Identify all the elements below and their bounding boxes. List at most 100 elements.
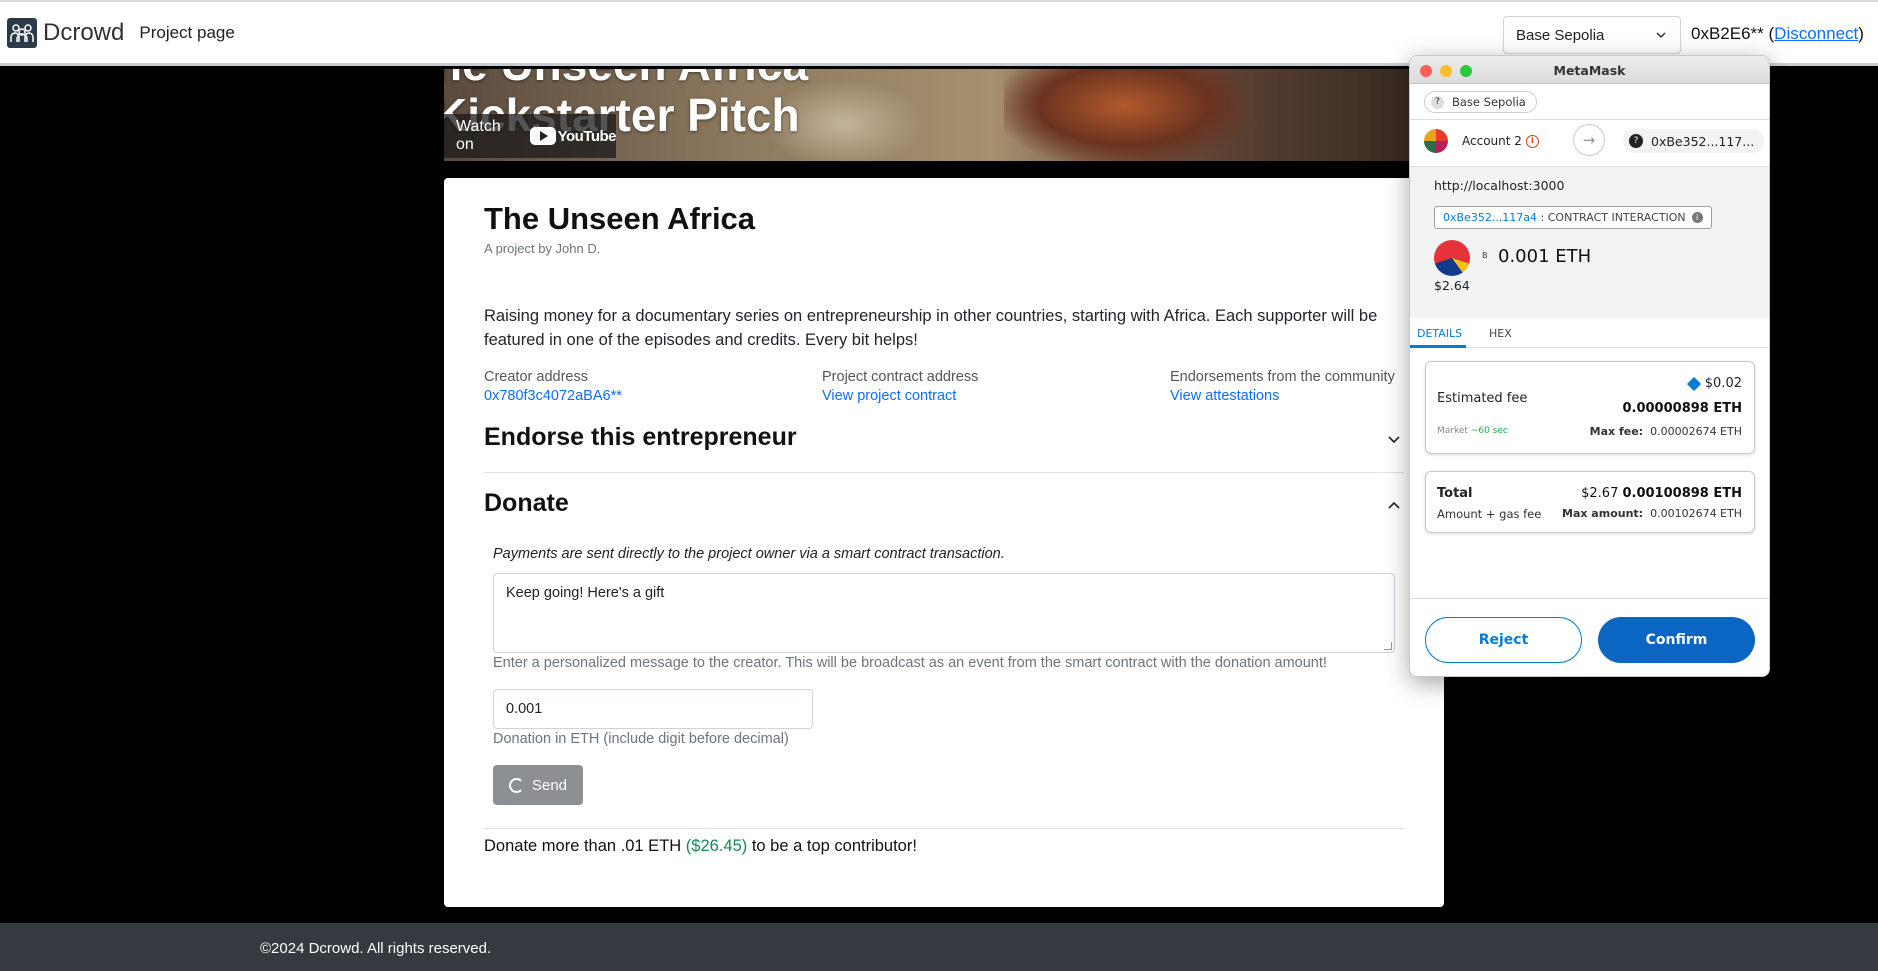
watch-on-youtube-button[interactable]: Watch on YouTube xyxy=(444,114,617,158)
divider xyxy=(484,828,1404,829)
loading-spinner-icon xyxy=(508,777,524,793)
tab-hex[interactable]: HEX xyxy=(1489,327,1512,340)
mm-contract-badge[interactable]: 0xBe352...117a4 : CONTRACT INTERACTION i xyxy=(1434,206,1712,229)
view-contract-link[interactable]: View project contract xyxy=(822,388,978,404)
endorsements-block: Endorsements from the community View att… xyxy=(1170,369,1395,404)
youtube-wordmark: YouTube xyxy=(557,127,617,145)
video-frame-detail xyxy=(1004,69,1244,161)
max-fee-value: 0.00002674 ETH xyxy=(1650,425,1742,438)
mm-contract-label: : CONTRACT INTERACTION xyxy=(1540,211,1686,224)
asset-token-icon xyxy=(1434,240,1470,276)
watch-on-label: Watch on xyxy=(456,118,501,153)
network-select-value: Base Sepolia xyxy=(1516,26,1605,44)
endorsements-label: Endorsements from the community xyxy=(1170,369,1395,385)
mm-account-name: Account 2 xyxy=(1462,134,1522,148)
contract-address-label: Project contract address xyxy=(822,369,979,385)
endorse-accordion-header[interactable]: Endorse this entrepreneur xyxy=(484,423,797,452)
message-help-text: Enter a personalized message to the crea… xyxy=(493,655,1327,671)
message-textarea[interactable]: Keep going! Here's a gift xyxy=(493,573,1395,653)
estimated-fee-label: Estimated fee xyxy=(1437,391,1528,406)
tab-details[interactable]: DETAILS xyxy=(1417,327,1462,340)
chevron-down-icon[interactable] xyxy=(1387,433,1401,447)
donate-accordion-header[interactable]: Donate xyxy=(484,489,569,518)
project-card: The Unseen Africa A project by John D. R… xyxy=(444,178,1444,907)
total-sub: Amount + gas fee xyxy=(1437,507,1542,521)
mm-to-address-text: 0xBe352...117... xyxy=(1651,133,1755,149)
project-byline: A project by John D. xyxy=(484,241,601,256)
max-fee-label: Max fee: xyxy=(1589,425,1644,438)
view-attestations-link[interactable]: View attestations xyxy=(1170,388,1395,404)
max-amount-row: Max amount: 0.00102674 ETH xyxy=(1562,507,1742,520)
brand-name: Dcrowd xyxy=(43,18,125,46)
brand[interactable]: Dcrowd xyxy=(7,17,125,48)
max-amount-label: Max amount: xyxy=(1562,507,1644,520)
amount-help-text: Donation in ETH (include digit before de… xyxy=(493,731,789,747)
question-icon: ? xyxy=(1431,95,1444,109)
play-icon xyxy=(529,127,556,145)
metamask-title: MetaMask xyxy=(1553,63,1626,78)
market-label: Market ~60 sec xyxy=(1437,426,1508,436)
info-icon[interactable]: i xyxy=(1525,134,1539,148)
mm-amount-usd: $2.64 xyxy=(1434,278,1470,293)
mm-network-name: Base Sepolia xyxy=(1452,95,1526,109)
people-logo-icon xyxy=(7,17,37,48)
arrow-right-icon: → xyxy=(1573,124,1605,156)
mm-amount: 0.001 ETH xyxy=(1498,246,1592,267)
nav-project-page[interactable]: Project page xyxy=(139,23,234,43)
mm-from-account[interactable]: Account 2 i xyxy=(1424,129,1539,153)
message-value: Keep going! Here's a gift xyxy=(506,585,665,601)
mm-network-pill[interactable]: ? Base Sepolia xyxy=(1424,91,1537,113)
top-contributor-suffix: to be a top contributor! xyxy=(747,837,917,855)
total-box: Total $2.67 0.00100898 ETH Amount + gas … xyxy=(1425,471,1755,533)
edit-pencil-icon[interactable] xyxy=(1686,376,1701,391)
project-title: The Unseen Africa xyxy=(484,201,756,236)
account-avatar xyxy=(1424,129,1448,153)
total-eth: 0.00100898 ETH xyxy=(1622,486,1742,501)
top-contributor-text: Donate more than .01 ETH ($26.45) to be … xyxy=(484,837,917,856)
chevron-up-icon[interactable] xyxy=(1387,498,1401,512)
total-row: $2.67 0.00100898 ETH xyxy=(1581,486,1742,501)
chevron-down-icon xyxy=(1656,32,1666,39)
fee-usd: $0.02 xyxy=(1704,376,1742,391)
estimated-fee-box: Estimated fee $0.02 0.00000898 ETH Marke… xyxy=(1425,361,1755,454)
creator-address-label: Creator address xyxy=(484,369,588,385)
account-address-text: 0xB2E6** xyxy=(1691,24,1764,43)
fee-usd-row[interactable]: $0.02 xyxy=(1686,376,1742,391)
max-amount-value: 0.00102674 ETH xyxy=(1650,507,1742,520)
youtube-logo-icon: YouTube xyxy=(529,127,617,145)
resize-handle-icon[interactable] xyxy=(1384,642,1392,650)
donation-amount-value: 0.001 xyxy=(506,701,543,717)
total-label: Total xyxy=(1437,486,1473,501)
info-icon[interactable]: i xyxy=(1691,212,1703,223)
divider xyxy=(1410,119,1769,120)
top-contributor-prefix: Donate more than .01 ETH xyxy=(484,837,686,855)
donation-amount-input[interactable]: 0.001 xyxy=(493,689,813,729)
metamask-titlebar: MetaMask xyxy=(1410,56,1769,84)
metamask-window: MetaMask ? Base Sepolia Account 2 i → ? … xyxy=(1409,55,1770,677)
creator-address-block: Creator address 0x780f3c4072aBA6** xyxy=(484,369,622,404)
disconnect-link[interactable]: Disconnect xyxy=(1774,24,1858,43)
mm-origin: http://localhost:3000 xyxy=(1434,178,1565,193)
account-address: 0xB2E6** (Disconnect) xyxy=(1691,24,1864,43)
mm-to-address[interactable]: ? 0xBe352...117... xyxy=(1623,129,1765,153)
active-tab-indicator xyxy=(1410,345,1466,348)
payment-note: Payments are sent directly to the projec… xyxy=(493,546,1005,562)
mm-tabs: DETAILS HEX xyxy=(1410,318,1769,348)
question-icon: ? xyxy=(1629,134,1643,148)
confirm-button[interactable]: Confirm xyxy=(1598,617,1755,663)
project-description: Raising money for a documentary series o… xyxy=(484,307,1378,349)
divider xyxy=(1410,598,1769,599)
youtube-video-embed[interactable]: he Unseen Africa Kickstarter Pitch Watch… xyxy=(444,69,1444,161)
asset-symbol: B xyxy=(1482,251,1488,260)
creator-address-link[interactable]: 0x780f3c4072aBA6** xyxy=(484,388,622,404)
network-select[interactable]: Base Sepolia xyxy=(1503,16,1681,54)
send-button[interactable]: Send xyxy=(493,765,583,805)
fee-eth: 0.00000898 ETH xyxy=(1622,401,1742,416)
reject-button[interactable]: Reject xyxy=(1425,617,1582,663)
divider xyxy=(484,472,1404,473)
market-time: ~60 sec xyxy=(1470,426,1508,436)
copyright-text: ©2024 Dcrowd. All rights reserved. xyxy=(260,940,492,957)
mm-contract-address[interactable]: 0xBe352...117a4 xyxy=(1443,211,1537,224)
max-fee-row: Max fee: 0.00002674 ETH xyxy=(1590,425,1742,438)
top-contributor-usd: ($26.45) xyxy=(685,837,748,855)
